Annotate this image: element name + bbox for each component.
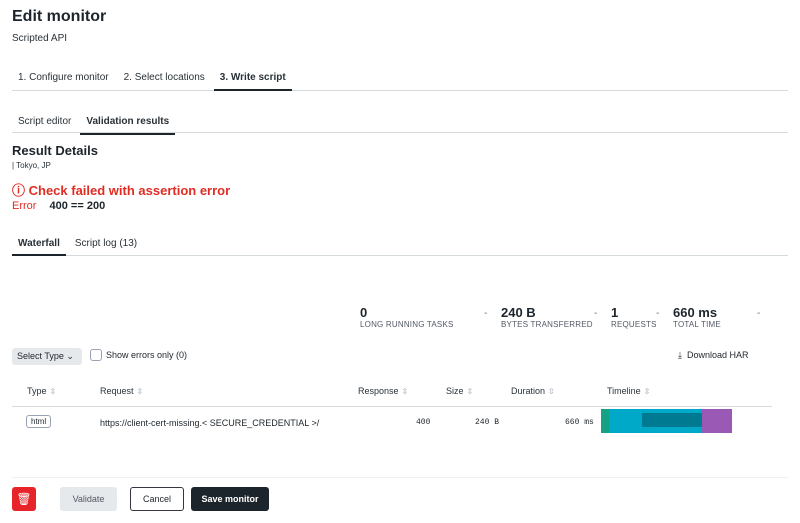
divider	[12, 477, 788, 478]
error-label: Error	[12, 200, 37, 212]
col-response[interactable]: Response ⇳	[358, 386, 408, 396]
summary-bytes: 240 B BYTES TRANSFERRED	[501, 305, 593, 329]
tab-waterfall[interactable]: Waterfall	[12, 236, 66, 256]
timeline-segment-wait	[641, 413, 703, 427]
select-type-dropdown[interactable]: Select Type ⌄	[12, 348, 82, 365]
sort-icon: ⇳	[466, 387, 474, 396]
result-location: | Tokyo, JP	[12, 161, 51, 170]
page-title: Edit monitor	[12, 8, 107, 25]
tab-script-log[interactable]: Script log (13)	[69, 236, 143, 256]
result-details-title: Result Details	[12, 143, 98, 158]
trash-icon: 🗑	[16, 492, 32, 506]
col-duration[interactable]: Duration ⇳	[511, 386, 555, 396]
tab-configure-monitor[interactable]: 1. Configure monitor	[12, 65, 115, 91]
tab-validation-results[interactable]: Validation results	[80, 109, 176, 135]
download-icon: ⤓	[678, 350, 687, 360]
delete-button[interactable]: 🗑	[12, 487, 36, 511]
summary-dash: -	[656, 308, 660, 319]
request-url[interactable]: https://client-cert-missing.< SECURE_CRE…	[100, 418, 319, 428]
type-badge: html	[26, 415, 52, 428]
summary-long-running: 0 LONG RUNNING TASKS	[360, 305, 454, 329]
sort-icon: ⇳	[401, 387, 409, 396]
timeline-bar	[601, 409, 736, 433]
col-timeline[interactable]: Timeline ⇳	[607, 386, 650, 396]
failure-message: ⓘ Check failed with assertion error	[12, 183, 231, 198]
sort-icon: ⇳	[643, 387, 651, 396]
col-request[interactable]: Request ⇳	[100, 386, 143, 396]
duration-value: 660 ms	[565, 418, 594, 427]
step-tabs: 1. Configure monitor 2. Select locations…	[12, 65, 788, 91]
sort-icon: ⇳	[49, 387, 57, 396]
col-type[interactable]: Type ⇳	[27, 386, 56, 396]
cancel-button[interactable]: Cancel	[130, 487, 184, 511]
summary-requests: 1 REQUESTS	[611, 305, 657, 329]
tab-write-script[interactable]: 3. Write script	[213, 65, 292, 91]
col-size[interactable]: Size ⇳	[446, 386, 473, 396]
sort-icon: ⇳	[136, 387, 144, 396]
download-har-button[interactable]: ⤓ Download HAR	[678, 350, 749, 361]
timeline-segment-connect	[601, 409, 610, 433]
script-tabs: Script editor Validation results	[12, 109, 788, 135]
save-monitor-button[interactable]: Save monitor	[191, 487, 269, 511]
response-code: 400	[416, 418, 431, 427]
error-value: 400 == 200	[49, 200, 106, 212]
validate-button[interactable]: Validate	[60, 487, 117, 511]
error-line: Error 400 == 200	[12, 200, 105, 212]
errors-only-checkbox[interactable]	[90, 349, 102, 361]
summary-dash: -	[757, 308, 761, 319]
divider	[12, 406, 772, 407]
page-subtitle: Scripted API	[12, 33, 68, 44]
summary-dash: -	[594, 308, 598, 319]
tab-select-locations[interactable]: 2. Select locations	[118, 65, 211, 91]
result-tabs: Waterfall Script log (13)	[12, 236, 788, 256]
errors-only-label: Show errors only (0)	[106, 350, 188, 360]
size-value: 240 B	[475, 418, 500, 427]
tab-script-editor[interactable]: Script editor	[12, 109, 77, 135]
summary-total-time: 660 ms TOTAL TIME	[673, 305, 721, 329]
summary-dash: -	[484, 308, 488, 319]
timeline-segment-receive	[702, 409, 732, 433]
sort-icon: ⇳	[548, 387, 555, 396]
